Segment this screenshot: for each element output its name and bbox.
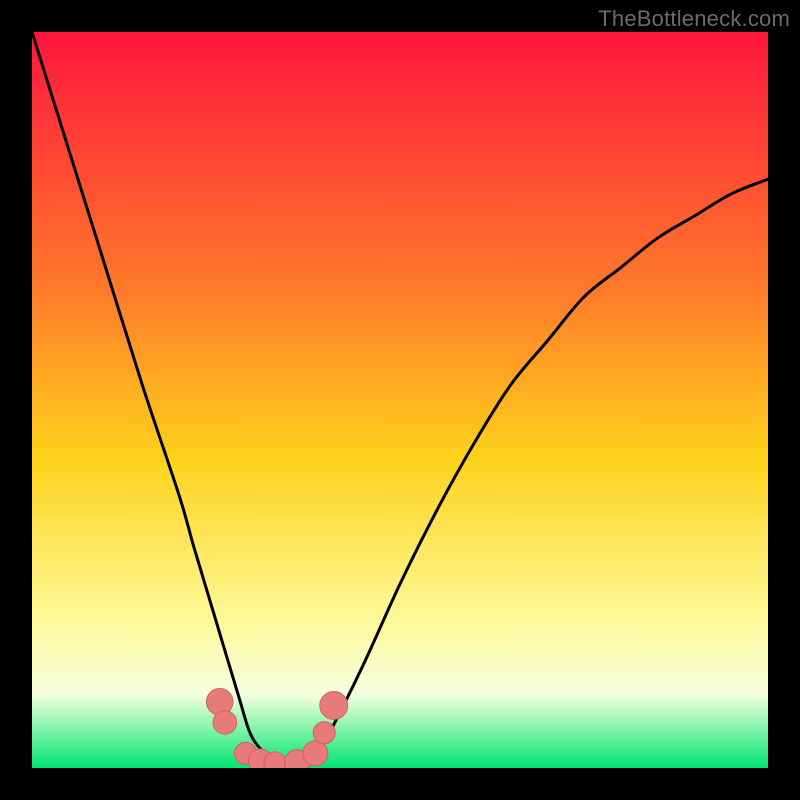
curve-marker (320, 691, 348, 719)
bottleneck-chart (32, 32, 768, 768)
plot-area (32, 32, 768, 768)
chart-frame: TheBottleneck.com (0, 0, 800, 800)
heat-gradient-background (32, 32, 768, 768)
curve-marker (313, 722, 335, 744)
attribution-text: TheBottleneck.com (598, 6, 790, 32)
curve-marker (213, 711, 237, 735)
curve-marker (303, 741, 328, 766)
